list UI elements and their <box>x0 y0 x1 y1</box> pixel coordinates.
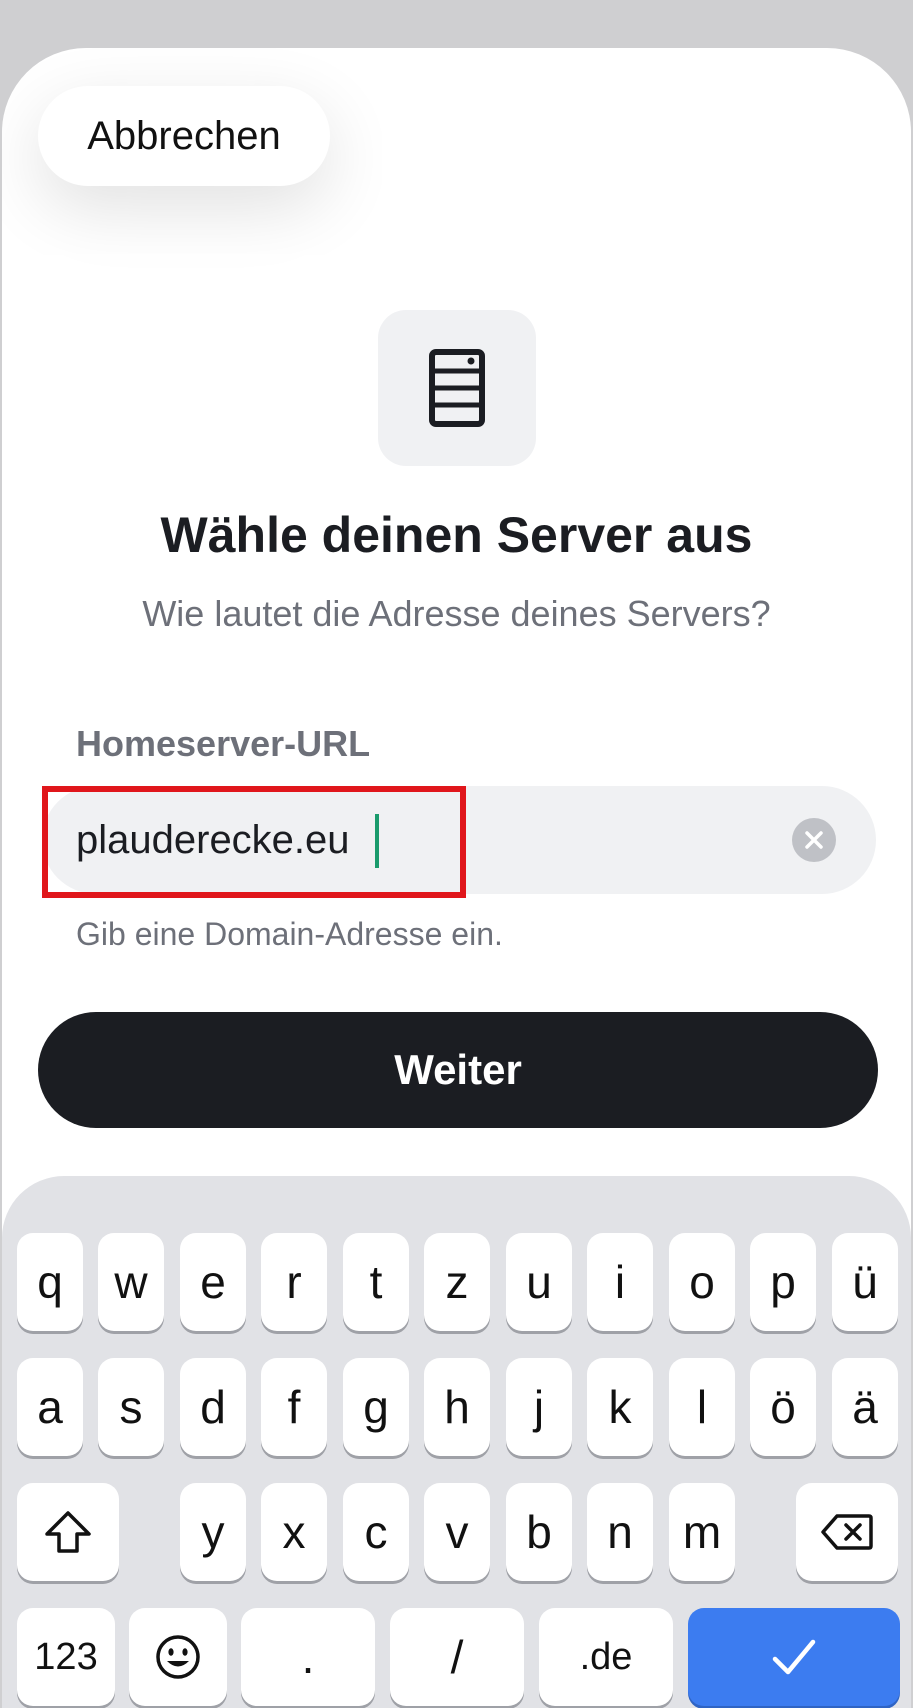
server-icon <box>429 349 485 427</box>
key[interactable]: r <box>261 1233 327 1331</box>
key[interactable]: ü <box>832 1233 898 1331</box>
key[interactable]: z <box>424 1233 490 1331</box>
slash-key[interactable]: / <box>390 1608 524 1706</box>
key[interactable]: p <box>750 1233 816 1331</box>
homeserver-url-field[interactable] <box>42 786 876 894</box>
key[interactable]: u <box>506 1233 572 1331</box>
key[interactable]: i <box>587 1233 653 1331</box>
done-key[interactable] <box>688 1608 900 1706</box>
url-hint-text: Gib eine Domain-Adresse ein. <box>76 916 503 952</box>
key[interactable]: w <box>98 1233 164 1331</box>
key[interactable]: e <box>180 1233 246 1331</box>
key[interactable]: g <box>343 1358 409 1456</box>
key[interactable]: ö <box>750 1358 816 1456</box>
server-icon-tile <box>378 310 536 466</box>
text-cursor <box>375 814 379 868</box>
key[interactable]: j <box>506 1358 572 1456</box>
clear-icon <box>805 831 823 849</box>
key[interactable]: x <box>261 1483 327 1581</box>
continue-button[interactable]: Weiter <box>38 1012 878 1128</box>
key[interactable]: c <box>343 1483 409 1581</box>
key[interactable]: d <box>180 1358 246 1456</box>
key[interactable]: q <box>17 1233 83 1331</box>
key[interactable]: b <box>506 1483 572 1581</box>
homeserver-url-input[interactable] <box>76 786 716 894</box>
domain-key[interactable]: .de <box>539 1608 673 1706</box>
emoji-icon <box>156 1635 200 1679</box>
key[interactable]: n <box>587 1483 653 1581</box>
key[interactable]: ä <box>832 1358 898 1456</box>
backspace-icon <box>821 1514 873 1550</box>
backspace-key[interactable] <box>796 1483 898 1581</box>
emoji-key[interactable] <box>129 1608 227 1706</box>
shift-icon <box>45 1511 91 1553</box>
key[interactable]: v <box>424 1483 490 1581</box>
page-title: Wähle deinen Server aus <box>160 507 753 563</box>
numbers-key[interactable]: 123 <box>17 1608 115 1706</box>
on-screen-keyboard: q w e r t z u i o p ü a s d f g h j k l … <box>2 1176 911 1708</box>
cancel-button[interactable]: Abbrechen <box>38 86 330 186</box>
page-subtitle: Wie lautet die Adresse deines Servers? <box>142 593 771 634</box>
key[interactable]: a <box>17 1358 83 1456</box>
clear-input-button[interactable] <box>792 818 836 862</box>
key[interactable]: f <box>261 1358 327 1456</box>
key[interactable]: k <box>587 1358 653 1456</box>
key[interactable]: t <box>343 1233 409 1331</box>
key[interactable]: m <box>669 1483 735 1581</box>
key[interactable]: s <box>98 1358 164 1456</box>
homeserver-url-label: Homeserver-URL <box>76 723 371 764</box>
key[interactable]: h <box>424 1358 490 1456</box>
shift-key[interactable] <box>17 1483 119 1581</box>
key[interactable]: o <box>669 1233 735 1331</box>
checkmark-icon <box>772 1639 816 1675</box>
period-key[interactable]: . <box>241 1608 375 1706</box>
key[interactable]: y <box>180 1483 246 1581</box>
key[interactable]: l <box>669 1358 735 1456</box>
